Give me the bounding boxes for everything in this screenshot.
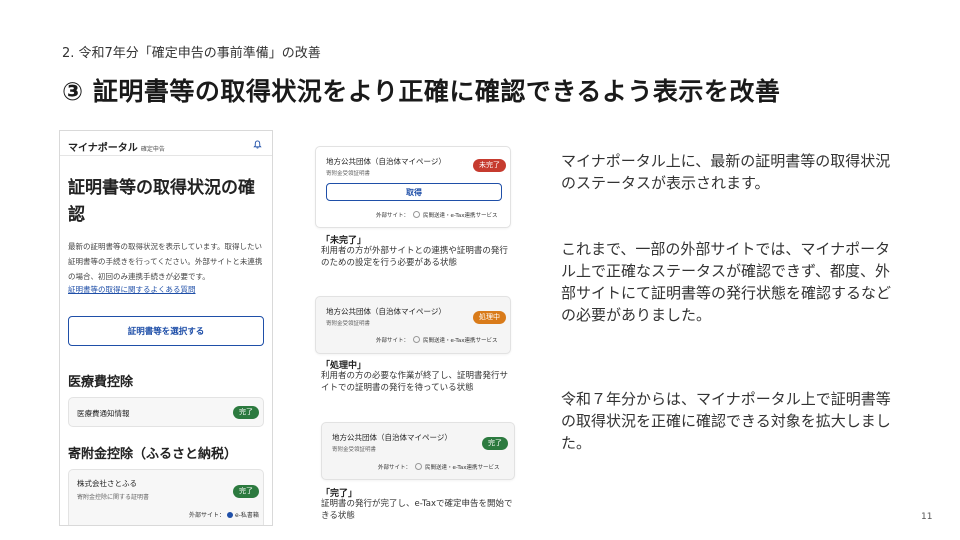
explanation-paragraph-2: これまで、一部の外部サイトでは、マイナポータル上で正確なステータスが確認できず、…	[561, 240, 892, 324]
external-site: 外部サイト： 民間送達・e-Tax連携サービス	[376, 211, 497, 219]
card-cert-name: 寄附金受領証明書	[332, 447, 377, 453]
medical-item-name: 医療費通知情報	[77, 409, 130, 418]
donation-item[interactable]: 株式会社さとふる 寄附金控除に関する証明書 完了 外部サイト： e-私書箱	[68, 469, 264, 525]
status-card-incomplete: 地方公共団体（自治体マイページ） 寄附金受領証明書 未完了 取得 外部サイト： 民…	[315, 146, 511, 228]
external-site-label: 外部サイト：	[376, 338, 410, 344]
acquire-button[interactable]: 取得	[326, 183, 502, 201]
external-site: 外部サイト： e-私書箱	[189, 510, 259, 519]
status-desc-incomplete: 利用者の方が外部サイトとの連携や証明書の発行のための設定を行う必要がある状態	[321, 246, 508, 268]
explanation-paragraph-3: 令和７年分からは、マイナポータル上で証明書等の取得状況を正確に確認できる対象を拡…	[561, 390, 891, 452]
card-org-name: 地方公共団体（自治体マイページ）	[326, 157, 446, 166]
mynaportal-screen: マイナポータル 確定申告 証明書等の取得状況の確認 最新の証明書等の取得状況を表示…	[59, 130, 273, 526]
donation-item-sub: 寄附金控除に関する証明書	[77, 494, 150, 501]
status-card-processing: 地方公共団体（自治体マイページ） 寄附金受領証明書 処理中 外部サイト： 民間送達…	[315, 296, 511, 354]
select-certificate-button[interactable]: 証明書等を選択する	[68, 316, 264, 346]
bell-icon[interactable]	[253, 140, 262, 149]
external-site: 外部サイト： 民間送達・e-Tax連携サービス	[376, 336, 497, 344]
external-site-name: 民間送達・e-Tax連携サービス	[425, 465, 500, 471]
external-site-label: 外部サイト：	[378, 465, 412, 471]
section-label: 2. 令和7年分「確定申告の事前準備」の改善	[62, 46, 321, 61]
card-org-name: 地方公共団体（自治体マイページ）	[332, 433, 452, 442]
service-icon	[413, 211, 421, 218]
status-badge-incomplete: 未完了	[473, 159, 506, 172]
status-badge-complete: 完了	[233, 485, 259, 498]
medical-deduction-heading: 医療費控除	[68, 375, 134, 390]
status-badge-processing: 処理中	[473, 311, 506, 324]
external-site-label: 外部サイト：	[189, 512, 226, 519]
app-name: マイナポータル	[68, 143, 138, 154]
external-site: 外部サイト： 民間送達・e-Tax連携サービス	[378, 463, 499, 471]
external-site-name: e-私書箱	[235, 512, 259, 519]
medical-notice-item[interactable]: 医療費通知情報 完了	[68, 397, 264, 427]
slide-title: ③ 証明書等の取得状況をより正確に確認できるよう表示を改善	[62, 77, 781, 106]
donation-deduction-heading: 寄附金控除（ふるさと納税）	[68, 447, 238, 462]
faq-link[interactable]: 証明書等の取得に関するよくある質問	[68, 284, 196, 295]
service-icon	[413, 336, 421, 343]
app-subtitle: 確定申告	[140, 146, 165, 153]
status-desc-complete: 証明書の発行が完了し、e-Taxで確定申告を開始できる状態	[321, 499, 513, 521]
donation-item-name: 株式会社さとふる	[77, 479, 137, 488]
status-badge-complete: 完了	[233, 406, 259, 419]
status-desc-processing: 利用者の方の必要な作業が終了し、証明書発行サイトでの証明書の発行を待っている状態	[321, 371, 509, 393]
app-header: マイナポータル 確定申告	[68, 139, 165, 154]
screen-heading: 証明書等の取得状況の確認	[68, 178, 255, 225]
card-cert-name: 寄附金受領証明書	[326, 171, 371, 177]
esibako-icon	[227, 512, 234, 518]
header-divider	[60, 155, 272, 156]
card-cert-name: 寄附金受領証明書	[326, 321, 371, 327]
service-icon	[415, 463, 423, 470]
explanation-paragraph-1: マイナポータル上に、最新の証明書等の取得状況のステータスが表示されます。	[561, 152, 891, 192]
external-site-name: 民間送達・e-Tax連携サービス	[423, 213, 498, 219]
screen-description: 最新の証明書等の取得状況を表示しています。取得したい証明書等の手続きを行ってくだ…	[68, 242, 263, 281]
status-card-complete: 地方公共団体（自治体マイページ） 寄附金受領証明書 完了 外部サイト： 民間送達・…	[321, 422, 515, 480]
status-badge-complete: 完了	[482, 437, 508, 450]
external-site-name: 民間送達・e-Tax連携サービス	[423, 338, 498, 344]
external-site-label: 外部サイト：	[376, 213, 410, 219]
card-org-name: 地方公共団体（自治体マイページ）	[326, 307, 446, 316]
page-number: 11	[921, 512, 933, 522]
